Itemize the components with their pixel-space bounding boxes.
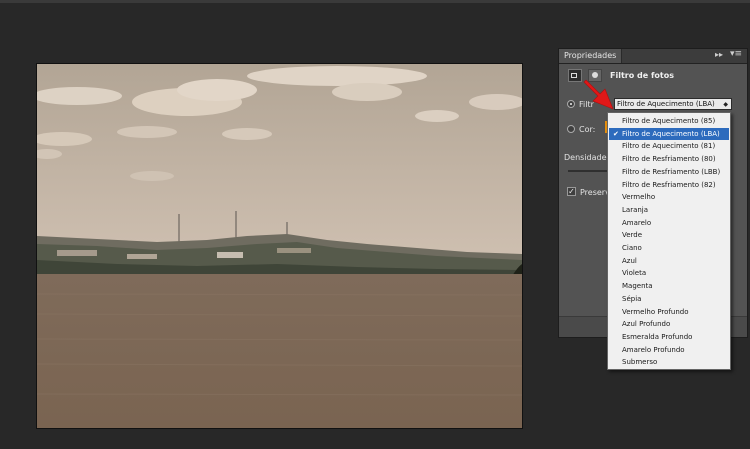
dropdown-item[interactable]: Violeta: [609, 267, 729, 280]
red-arrow-icon: [583, 79, 614, 110]
color-label: Cor:: [579, 125, 596, 134]
filter-select[interactable]: Filtro de Aquecimento (LBA) ◆: [614, 98, 732, 110]
dropdown-item-label: Azul: [622, 256, 637, 265]
dropdown-item[interactable]: Magenta: [609, 280, 729, 293]
collapse-icon[interactable]: ▸▸: [715, 50, 723, 59]
dropdown-item[interactable]: Sépia: [609, 293, 729, 306]
dropdown-item[interactable]: ✔ Filtro de Aquecimento (LBA): [609, 127, 729, 141]
panel-menu-icon[interactable]: ▾≡: [730, 49, 742, 59]
dropdown-item[interactable]: Filtro de Aquecimento (85): [609, 115, 729, 128]
dropdown-item-label: Sépia: [622, 294, 642, 303]
dropdown-item-label: Filtro de Resfriamento (82): [622, 180, 716, 189]
dropdown-item-label: Filtro de Aquecimento (85): [622, 117, 716, 125]
dropdown-item-label: Vermelho Profundo: [622, 307, 689, 316]
checkmark-icon: ✔: [613, 129, 619, 138]
dropdown-item-label: Filtro de Aquecimento (LBA): [622, 129, 720, 138]
dropdown-item[interactable]: Esmeralda Profundo: [609, 331, 729, 344]
select-arrows-icon: ◆: [723, 101, 728, 108]
dropdown-item-label: Vermelho: [622, 193, 656, 202]
dropdown-item[interactable]: Verde: [609, 229, 729, 242]
dropdown-item[interactable]: Filtro de Aquecimento (81): [609, 140, 729, 153]
dropdown-item[interactable]: Amarelo Profundo: [609, 344, 729, 357]
dropdown-item-label: Amarelo: [622, 218, 652, 227]
dropdown-item-label: Submerso: [622, 358, 658, 367]
dropdown-item[interactable]: Submerso: [609, 356, 729, 369]
adjustment-layer-icon[interactable]: [568, 69, 582, 82]
dropdown-item[interactable]: Azul: [609, 255, 729, 268]
dropdown-item-label: Azul Profundo: [622, 320, 671, 329]
dropdown-item[interactable]: Filtro de Resfriamento (82): [609, 179, 729, 192]
dropdown-item[interactable]: Amarelo: [609, 217, 729, 230]
dropdown-item-label: Amarelo Profundo: [622, 345, 685, 354]
preserve-checkbox[interactable]: ✓: [567, 187, 576, 196]
dropdown-item-label: Violeta: [622, 269, 647, 278]
dropdown-item[interactable]: Vermelho Profundo: [609, 306, 729, 319]
dropdown-item-label: Magenta: [622, 282, 653, 291]
dropdown-item-label: Filtro de Resfriamento (LBB): [622, 167, 721, 176]
preserve-label: Preserv: [580, 188, 610, 197]
density-label: Densidade: [564, 153, 607, 162]
filter-dropdown-list[interactable]: Filtro de Aquecimento (85) ✔ Filtro de Aqu…: [607, 112, 731, 370]
dropdown-item[interactable]: Laranja: [609, 204, 729, 217]
dropdown-item[interactable]: Azul Profundo: [609, 318, 729, 331]
dropdown-item[interactable]: Filtro de Resfriamento (LBB): [609, 166, 729, 179]
dropdown-item-label: Filtro de Aquecimento (81): [622, 142, 716, 151]
dropdown-item[interactable]: Ciano: [609, 242, 729, 255]
properties-tab[interactable]: Propriedades: [559, 49, 623, 63]
panel-header: Propriedades ▸▸ ▾≡: [559, 49, 747, 64]
dropdown-item-label: Laranja: [622, 205, 649, 214]
filter-radio[interactable]: [567, 100, 575, 108]
filter-select-value: Filtro de Aquecimento (LBA): [617, 100, 715, 108]
color-radio[interactable]: [567, 125, 575, 133]
dropdown-item[interactable]: Vermelho: [609, 191, 729, 204]
dropdown-item-label: Esmeralda Profundo: [622, 332, 693, 341]
dropdown-item[interactable]: Filtro de Resfriamento (80): [609, 153, 729, 166]
top-bar: [0, 0, 750, 3]
document-canvas-photo: [36, 63, 523, 429]
dropdown-item-label: Ciano: [622, 244, 642, 252]
dropdown-item-label: Filtro de Resfriamento (80): [622, 155, 716, 164]
dropdown-item-label: Verde: [622, 231, 643, 240]
